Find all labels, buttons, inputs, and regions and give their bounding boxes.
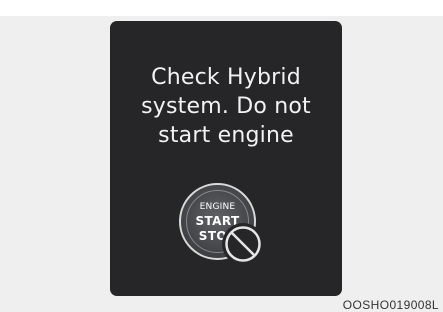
no-symbol-icon [222, 223, 264, 265]
button-label-engine: ENGINE [199, 202, 236, 212]
cluster-warning-display: Check Hybrid system. Do not start engine… [110, 21, 342, 296]
warning-message: Check Hybrid system. Do not start engine [141, 65, 311, 148]
image-code: OOSHO019008L [342, 298, 439, 312]
top-strip [0, 0, 443, 16]
